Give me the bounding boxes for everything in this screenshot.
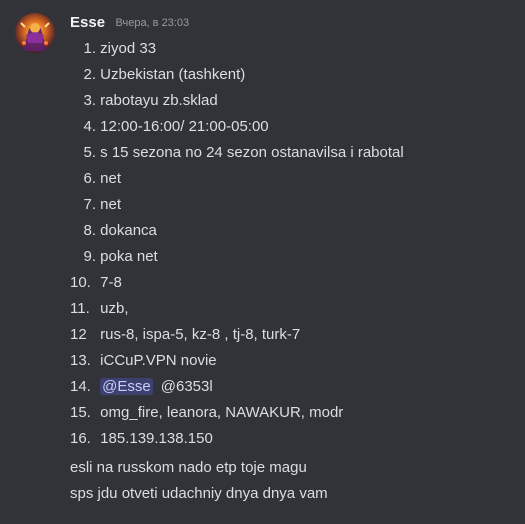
list-number: 5. bbox=[83, 144, 96, 161]
list-number: 11. bbox=[70, 300, 90, 317]
list-text: net bbox=[100, 196, 122, 213]
avatar-icon bbox=[15, 13, 55, 53]
list-item: 2. Uzbekistan (tashkent) bbox=[70, 62, 404, 88]
list-number: 10. bbox=[70, 274, 91, 291]
list-item: 3. rabotayu zb.sklad bbox=[70, 88, 404, 114]
list-text: rus-8, ispa-5, kz-8 , tj-8, turk-7 bbox=[100, 326, 301, 343]
user-mention[interactable]: @Esse bbox=[100, 378, 153, 395]
message-line: esli na russkom nado etp toje magu bbox=[70, 459, 307, 476]
list-number: 13. bbox=[70, 352, 91, 369]
list-number: 7. bbox=[83, 196, 96, 213]
timestamp: Вчера, в 23:03 bbox=[115, 17, 190, 29]
list-text: rabotayu zb.sklad bbox=[100, 92, 218, 109]
list-text: net bbox=[100, 170, 122, 187]
list-text: omg_fire, leanora, NAWAKUR, modr bbox=[100, 404, 344, 421]
chat-message: Esse Вчера, в 23:03 1. ziyod 33 2. Uzbek… bbox=[0, 0, 525, 524]
list-item: 12 rus-8, ispa-5, kz-8 , tj-8, turk-7 bbox=[70, 322, 404, 348]
list-number: 9. bbox=[83, 248, 96, 265]
list-item: 6. net bbox=[70, 166, 404, 192]
message-line: sps jdu otveti udachniy dnya dnya vam bbox=[70, 485, 328, 502]
list-item: 9. poka net bbox=[70, 244, 404, 270]
list-text: s 15 sezona no 24 sezon ostanavilsa i ra… bbox=[100, 144, 404, 161]
list-number: 2. bbox=[83, 66, 96, 83]
list-number: 3. bbox=[83, 92, 96, 109]
list-item: 1. ziyod 33 bbox=[70, 36, 404, 62]
list-item: 15. omg_fire, leanora, NAWAKUR, modr bbox=[70, 400, 404, 426]
list-item: 10. 7-8 bbox=[70, 270, 404, 296]
numbered-list: 1. ziyod 33 2. Uzbekistan (tashkent) 3. … bbox=[70, 36, 404, 452]
list-item: 5. s 15 sezona no 24 sezon ostanavilsa i… bbox=[70, 140, 404, 166]
list-text: Uzbekistan (tashkent) bbox=[100, 66, 246, 83]
avatar[interactable] bbox=[15, 13, 55, 53]
list-text: poka net bbox=[100, 248, 158, 265]
list-number: 1. bbox=[83, 40, 96, 57]
message-header: Esse Вчера, в 23:03 bbox=[70, 14, 189, 34]
list-item: 8. dokanca bbox=[70, 218, 404, 244]
list-text: uzb, bbox=[100, 300, 129, 317]
list-item: 11. uzb, bbox=[70, 296, 404, 322]
list-number: 15. bbox=[70, 404, 91, 421]
list-number: 4. bbox=[83, 118, 96, 135]
list-text: dokanca bbox=[100, 222, 157, 239]
list-text: 12:00-16:00/ 21:00-05:00 bbox=[100, 118, 269, 135]
username[interactable]: Esse bbox=[70, 14, 105, 31]
list-number: 16. bbox=[70, 430, 91, 447]
list-number: 12 bbox=[70, 326, 87, 343]
list-text: @6353l bbox=[160, 378, 213, 395]
list-item: 4. 12:00-16:00/ 21:00-05:00 bbox=[70, 114, 404, 140]
list-item: 16. 185.139.138.150 bbox=[70, 426, 404, 452]
list-item: 14. @Esse @6353l bbox=[70, 374, 404, 400]
list-number: 14. bbox=[70, 378, 91, 395]
list-number: 6. bbox=[83, 170, 96, 187]
list-item: 7. net bbox=[70, 192, 404, 218]
list-text: iCCuP.VPN novie bbox=[100, 352, 217, 369]
list-text: ziyod 33 bbox=[100, 40, 157, 57]
list-text: 185.139.138.150 bbox=[100, 430, 213, 447]
list-item: 13. iCCuP.VPN novie bbox=[70, 348, 404, 374]
list-number: 8. bbox=[83, 222, 96, 239]
list-text: 7-8 bbox=[100, 274, 122, 291]
